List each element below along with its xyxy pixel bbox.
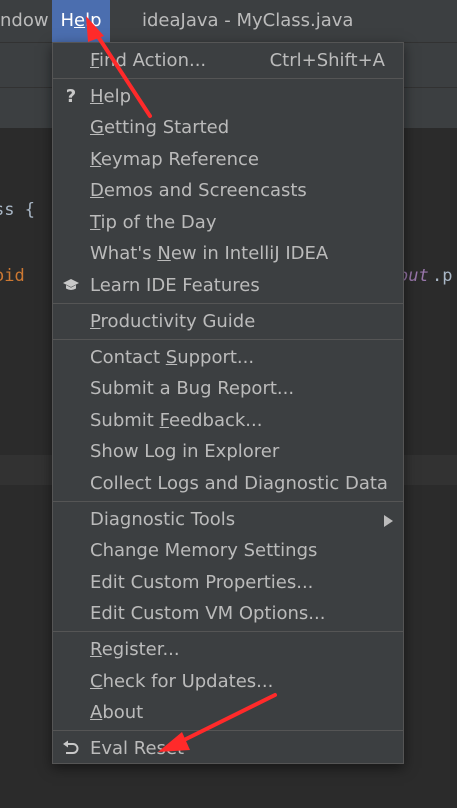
menu-item-label-rest: emos and Screencasts (103, 180, 307, 201)
menu-item-label: Getting Started (90, 112, 229, 143)
menu-item-label: Eval Reset (90, 738, 185, 759)
menu-item-label: Edit Custom Properties... (90, 572, 314, 593)
menu-item-register[interactable]: Register... (53, 634, 403, 665)
menu-item-label: Change Memory Settings (90, 540, 318, 561)
menu-item-about[interactable]: About (53, 697, 403, 728)
menu-separator (53, 78, 403, 79)
menu-item-label-rest: ip of the Day (100, 212, 217, 233)
menu-item-label-mnemonic: S (165, 347, 178, 368)
code-class-declaration: ss { (0, 200, 35, 220)
menu-item-label-mnemonic: R (90, 639, 102, 660)
menu-item-label: Demos and Screencasts (90, 175, 307, 206)
menu-item-label: Keymap Reference (90, 144, 259, 175)
menu-item-label-rest: bout (102, 702, 144, 723)
menu-item-label-mnemonic: P (90, 311, 101, 332)
menu-item-label-mnemonic: F (159, 410, 169, 431)
help-dropdown-menu: Find Action... Ctrl+Shift+A ? Help Getti… (52, 42, 404, 764)
menu-item-label-mnemonic: T (90, 212, 101, 233)
menu-item-check-for-updates[interactable]: Check for Updates... (53, 666, 403, 697)
code-method-call: .p (432, 266, 453, 286)
menu-item-label: Help (90, 81, 131, 112)
code-void-keyword: oid (0, 266, 25, 286)
menu-item-label: Edit Custom VM Options... (90, 603, 326, 624)
menu-item-demos-screencasts[interactable]: Demos and Screencasts (53, 175, 403, 206)
menu-item-label: What's New in IntelliJ IDEA (90, 238, 328, 269)
menu-item-label-rest: ew in IntelliJ IDEA (170, 243, 329, 264)
menu-item-getting-started[interactable]: Getting Started (53, 112, 403, 143)
menu-help-label-pre: H (60, 10, 75, 31)
menu-item-label: About (90, 697, 143, 728)
menu-item-submit-bug-report[interactable]: Submit a Bug Report... (53, 373, 403, 404)
menu-item-label-rest: elp (103, 86, 132, 107)
menu-item-collect-logs[interactable]: Collect Logs and Diagnostic Data (53, 468, 403, 499)
menu-bar: ndow Help ideaJava - MyClass.java (0, 0, 457, 42)
menu-item-label-rest: roductivity Guide (100, 311, 256, 332)
menu-item-label-rest: eedback... (168, 410, 263, 431)
menu-separator (53, 631, 403, 632)
shortcut-label: Ctrl+Shift+A (269, 50, 385, 71)
menu-separator (53, 730, 403, 731)
menu-separator (53, 339, 403, 340)
menu-item-label-mnemonic: D (90, 180, 104, 201)
menu-item-label: Productivity Guide (90, 306, 255, 337)
menu-item-label-mnemonic: F (90, 50, 100, 71)
menu-item-submit-feedback[interactable]: Submit Feedback... (53, 405, 403, 436)
menu-item-whats-new[interactable]: What's New in IntelliJ IDEA (53, 238, 403, 269)
menu-item-label-pre: What's (90, 243, 158, 264)
menu-item-label: Diagnostic Tools (90, 509, 236, 530)
question-icon: ? (65, 85, 77, 107)
menu-item-edit-custom-vm-options[interactable]: Edit Custom VM Options... (53, 598, 403, 629)
menu-item-find-action[interactable]: Find Action... Ctrl+Shift+A (53, 45, 403, 76)
menu-item-label-mnemonic: N (157, 243, 171, 264)
menu-separator (53, 303, 403, 304)
menu-item-label: Check for Updates... (90, 666, 273, 697)
menu-item-label-pre: Contact (90, 347, 166, 368)
menu-item-label-rest: etting Started (103, 117, 230, 138)
menu-item-label: Learn IDE Features (90, 275, 260, 296)
ide-window: ndow Help ideaJava - MyClass.java ss { o… (0, 0, 457, 808)
undo-arrow-icon (61, 738, 81, 758)
menu-separator (53, 501, 403, 502)
menu-help-label-mnemonic: e (74, 10, 86, 31)
menu-item-diagnostic-tools[interactable]: Diagnostic Tools (53, 504, 403, 535)
menu-item-label: Submit a Bug Report... (90, 378, 295, 399)
menu-item-label: Submit Feedback... (90, 405, 262, 436)
menu-item-contact-support[interactable]: Contact Support... (53, 342, 403, 373)
menu-item-label-mnemonic: A (90, 702, 103, 723)
menu-item-label-mnemonic: K (90, 149, 101, 170)
menu-item-label: Tip of the Day (90, 207, 216, 238)
menu-help-label-post: lp (85, 10, 102, 31)
menu-item-learn-ide-features[interactable]: Learn IDE Features (53, 270, 403, 301)
menu-item-productivity-guide[interactable]: Productivity Guide (53, 306, 403, 337)
menu-item-label-rest: ind Action... (99, 50, 207, 71)
menu-item-label: Collect Logs and Diagnostic Data (90, 473, 388, 494)
menu-item-show-log[interactable]: Show Log in Explorer (53, 436, 403, 467)
menu-item-label-rest: egister... (101, 639, 180, 660)
menu-item-label-mnemonic: C (90, 671, 103, 692)
menu-item-label-pre: Submit (90, 410, 160, 431)
menu-item-label-mnemonic: G (90, 117, 104, 138)
submenu-arrow-icon (384, 515, 393, 527)
menu-item-label: Contact Support... (90, 342, 254, 373)
menu-item-label: Register... (90, 634, 180, 665)
graduation-cap-icon (61, 275, 81, 295)
menu-item-eval-reset[interactable]: Eval Reset (53, 733, 403, 764)
menu-window[interactable]: ndow (0, 0, 49, 42)
window-title: ideaJava - MyClass.java (142, 10, 354, 31)
menu-item-edit-custom-properties[interactable]: Edit Custom Properties... (53, 567, 403, 598)
menu-item-label: Find Action... (90, 45, 206, 76)
menu-item-help[interactable]: ? Help (53, 81, 403, 112)
menu-item-label: Show Log in Explorer (90, 441, 280, 462)
menu-item-change-memory-settings[interactable]: Change Memory Settings (53, 535, 403, 566)
menu-item-keymap-reference[interactable]: Keymap Reference (53, 144, 403, 175)
menu-item-label-mnemonic: H (90, 86, 104, 107)
menu-item-label-rest: heck for Updates... (102, 671, 274, 692)
menu-item-label-rest: eymap Reference (100, 149, 260, 170)
menu-help[interactable]: Help (52, 0, 110, 42)
menu-item-label-rest: upport... (177, 347, 255, 368)
menu-item-tip-of-the-day[interactable]: Tip of the Day (53, 207, 403, 238)
